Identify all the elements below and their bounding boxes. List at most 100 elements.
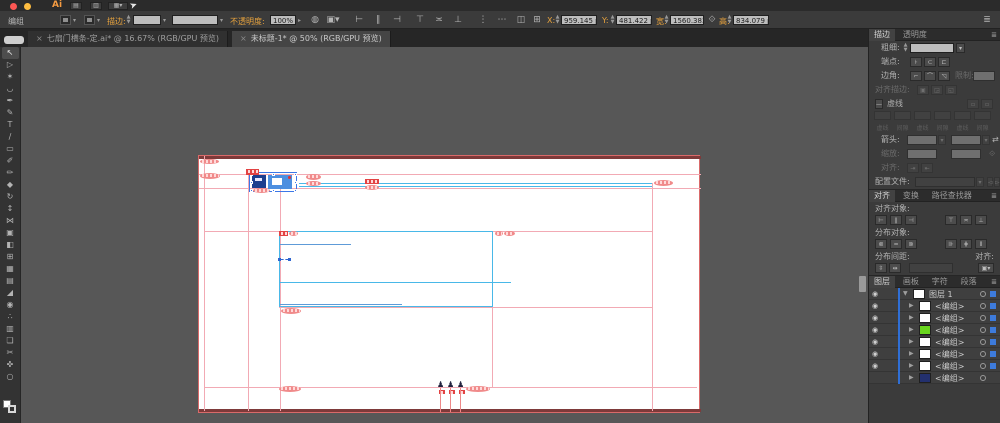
profile-flip-v-button[interactable]: ▻ xyxy=(994,177,1000,187)
tab-pathfinder[interactable]: 路径查找器 xyxy=(927,190,977,202)
opacity-label[interactable]: 不透明度: xyxy=(230,16,265,27)
panel-divider-grip[interactable] xyxy=(859,276,866,292)
y-field[interactable]: 481.422 px xyxy=(616,15,652,25)
tab-align[interactable]: 对齐 xyxy=(869,190,895,202)
layer-thumbnail[interactable] xyxy=(919,325,931,335)
align-right-icon[interactable]: ⊣ xyxy=(390,14,404,26)
visibility-eye-icon[interactable]: ◉ xyxy=(872,302,881,310)
align-v-center-button[interactable]: ≍ xyxy=(960,215,972,225)
align-v-top-button[interactable]: ⊤ xyxy=(945,215,957,225)
target-circle-icon[interactable] xyxy=(980,303,986,309)
height-field[interactable]: 834.079 px xyxy=(733,15,769,25)
align-bottom-icon[interactable]: ⊥ xyxy=(451,14,465,26)
align-to-dropdown[interactable]: ▣▾ xyxy=(978,263,994,273)
align-middle-icon[interactable]: ≍ xyxy=(432,14,446,26)
cap-round-button[interactable]: ⊂ xyxy=(924,57,936,67)
fill-color-proxy[interactable] xyxy=(60,15,71,25)
variable-width-profile-field[interactable] xyxy=(172,15,218,25)
panel-menu-icon[interactable]: ≣ xyxy=(991,31,997,39)
arrow-align-end-button[interactable]: ⇤ xyxy=(921,163,933,173)
arrowhead-start-field[interactable] xyxy=(907,135,937,145)
cyan-frame[interactable] xyxy=(279,231,493,307)
expand-arrow-icon[interactable]: ▶ xyxy=(909,338,914,345)
link-scale-icon[interactable]: ⟐ xyxy=(989,147,995,161)
artboard[interactable]: ♟♟♟ xyxy=(198,155,700,413)
tab-close-icon[interactable]: × xyxy=(240,34,247,43)
distribute-left-button[interactable]: ⊪ xyxy=(945,239,957,249)
distribute-vcenter-button[interactable]: ⋍ xyxy=(890,239,902,249)
layer-thumbnail[interactable] xyxy=(919,337,931,347)
selection-indicator[interactable] xyxy=(990,291,996,297)
layer-label[interactable]: <编组> xyxy=(935,325,964,336)
layer-row[interactable]: ◉▶<编组> xyxy=(869,324,1000,336)
distribute-space-icon[interactable]: ◫ xyxy=(514,14,528,26)
document-layout-dropdown[interactable]: ▦▾ xyxy=(108,2,128,10)
align-h-left-button[interactable]: ⊢ xyxy=(875,215,887,225)
dash-value-field-1[interactable] xyxy=(894,111,911,120)
fill-proxy-arrow-icon[interactable]: ▾ xyxy=(73,17,76,24)
distribute-v-icon[interactable]: ⋯ xyxy=(495,14,509,26)
preserve-dash-button[interactable]: ▫ xyxy=(967,99,979,109)
variable-width-arrow-icon[interactable]: ▾ xyxy=(220,17,223,24)
x-field[interactable]: 959.145 px xyxy=(561,15,597,25)
paintbrush-tool[interactable]: ✐ xyxy=(2,155,19,167)
rotate-tool[interactable]: ↻ xyxy=(2,191,19,203)
tab-layers[interactable]: 图层 xyxy=(869,276,895,288)
arrowhead-start-arrow-icon[interactable]: ▾ xyxy=(938,135,946,145)
path-line[interactable] xyxy=(299,186,652,187)
tab-transform[interactable]: 变换 xyxy=(898,190,924,202)
limit-field[interactable] xyxy=(973,71,995,81)
selection-handle[interactable] xyxy=(294,189,297,192)
x-stepper[interactable]: ▲▼ xyxy=(555,15,560,25)
align-h-right-button[interactable]: ⊣ xyxy=(905,215,917,225)
expand-arrow-icon[interactable]: ▶ xyxy=(909,350,914,357)
layer-label[interactable]: <编组> xyxy=(935,373,964,384)
layer-label[interactable]: <编组> xyxy=(935,301,964,312)
hand-tool[interactable]: ✜ xyxy=(2,359,19,371)
corner-bevel-button[interactable]: ◹ xyxy=(938,71,950,81)
window-zoom-button[interactable] xyxy=(38,3,45,10)
distribute-hcenter-button[interactable]: ⋕ xyxy=(960,239,972,249)
layer-thumbnail[interactable] xyxy=(919,301,931,311)
document-tab-1[interactable]: ×七扇门横条-定.ai* @ 16.67% (RGB/GPU 预览) xyxy=(28,31,228,47)
distribute-right-button[interactable]: ⫴ xyxy=(975,239,987,249)
rectangle-tool[interactable]: ▭ xyxy=(2,143,19,155)
recolor-artwork-icon[interactable]: ◍ xyxy=(308,14,322,26)
corner-miter-button[interactable]: ⌐ xyxy=(910,71,922,81)
stroke-swatch[interactable] xyxy=(8,405,16,413)
dashed-line-checkbox[interactable]: — xyxy=(875,99,883,109)
arrow-align-tip-button[interactable]: ⇥ xyxy=(907,163,919,173)
selection-handle[interactable] xyxy=(294,181,297,184)
selection-indicator[interactable] xyxy=(990,339,996,345)
type-tool[interactable]: T xyxy=(2,119,19,131)
weight-stepper[interactable]: ▲▼ xyxy=(903,43,908,53)
visibility-eye-icon[interactable]: ◉ xyxy=(872,350,881,358)
layer-label[interactable]: <编组> xyxy=(935,349,964,360)
layer-row[interactable]: ◉▼图层 1 xyxy=(869,288,1000,300)
width-tool[interactable]: ⋈ xyxy=(2,215,19,227)
selection-handle[interactable] xyxy=(272,173,275,176)
selection-tool[interactable]: ↖ xyxy=(2,47,19,59)
selection-indicator[interactable] xyxy=(990,363,996,369)
dash-value-field-5[interactable] xyxy=(974,111,991,120)
layer-row[interactable]: ◉▶<编组> xyxy=(869,300,1000,312)
slice-tool[interactable]: ✂ xyxy=(2,347,19,359)
gradient-tool[interactable]: ▤ xyxy=(2,275,19,287)
layer-row[interactable]: ◉ ▶ <编组> xyxy=(869,348,1000,360)
shape-builder-tool[interactable]: ◧ xyxy=(2,239,19,251)
layer-row[interactable]: ▶<编组> xyxy=(869,372,1000,384)
tab-stroke[interactable]: 描边 xyxy=(869,29,895,41)
stroke-color-proxy[interactable] xyxy=(84,15,95,25)
free-transform-tool[interactable]: ▣ xyxy=(2,227,19,239)
target-circle-icon[interactable] xyxy=(980,291,986,297)
pencil-tool[interactable]: ✏ xyxy=(2,167,19,179)
opacity-arrow-icon[interactable]: ▸ xyxy=(298,17,301,24)
selection-indicator[interactable] xyxy=(990,327,996,333)
expand-arrow-icon[interactable]: ▼ xyxy=(903,290,908,297)
height-stepper[interactable]: ▲▼ xyxy=(727,15,732,25)
opacity-field[interactable]: 100% xyxy=(270,15,296,25)
visibility-eye-icon[interactable]: ◉ xyxy=(872,326,881,334)
align-stroke-outside-button[interactable]: ◱ xyxy=(945,85,957,95)
column-graph-tool[interactable]: ▥ xyxy=(2,323,19,335)
width-stepper[interactable]: ▲▼ xyxy=(664,15,669,25)
